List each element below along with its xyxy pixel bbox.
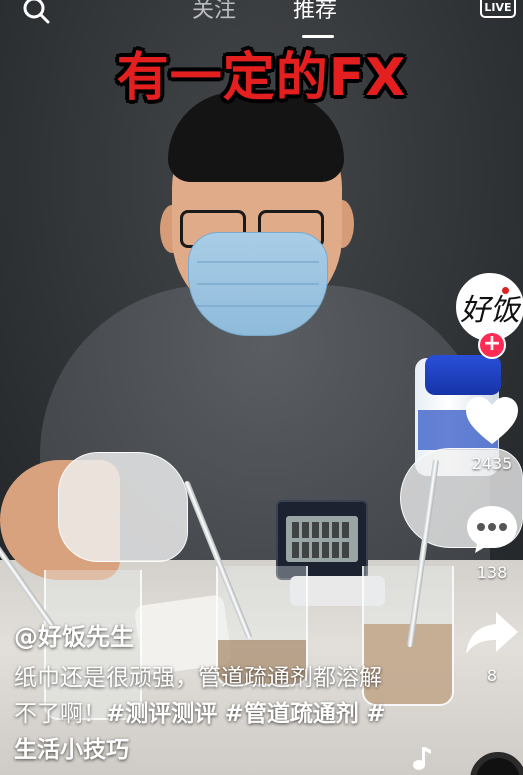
follow-button[interactable]: + bbox=[478, 331, 506, 359]
active-tab-indicator bbox=[302, 35, 334, 38]
search-icon[interactable] bbox=[22, 0, 50, 24]
thermometer-screen bbox=[286, 516, 358, 562]
share-arrow-icon bbox=[466, 612, 518, 654]
like-button[interactable]: 2435 bbox=[462, 396, 522, 474]
video-overlay-caption: 有一定的FX bbox=[116, 48, 407, 108]
author-name[interactable]: @好饭先生 bbox=[14, 622, 134, 652]
comment-icon bbox=[467, 506, 517, 553]
video-frame[interactable] bbox=[0, 0, 523, 775]
tab-recommend[interactable]: 推荐 bbox=[293, 0, 337, 24]
heart-icon bbox=[466, 397, 518, 444]
hashtag[interactable]: #管道疏通剂 bbox=[225, 701, 359, 727]
top-navigation: 关注 推荐 LIVE bbox=[0, 0, 523, 44]
like-count: 2435 bbox=[471, 454, 513, 473]
avatar-logo-dot bbox=[502, 287, 509, 294]
share-count: 8 bbox=[486, 666, 498, 685]
live-label: LIVE bbox=[484, 1, 511, 14]
post-description: 纸巾还是很顽强，管道疏通剂都溶解不了啊！#测评测评 #管道疏通剂 #生活小技巧 bbox=[14, 660, 394, 768]
hashtag[interactable]: #测评测评 bbox=[106, 701, 217, 727]
live-icon[interactable]: LIVE bbox=[480, 0, 516, 20]
share-button[interactable]: 8 bbox=[462, 608, 522, 686]
face-mask bbox=[188, 232, 328, 336]
glove-left bbox=[58, 452, 188, 562]
avatar-logo-text: 好饭 bbox=[460, 293, 520, 328]
tab-follow[interactable]: 关注 bbox=[192, 0, 236, 24]
bottle-cap bbox=[425, 355, 501, 395]
comment-button[interactable]: 138 bbox=[462, 503, 522, 583]
music-note-icon bbox=[413, 747, 431, 770]
comment-count: 138 bbox=[476, 563, 508, 582]
